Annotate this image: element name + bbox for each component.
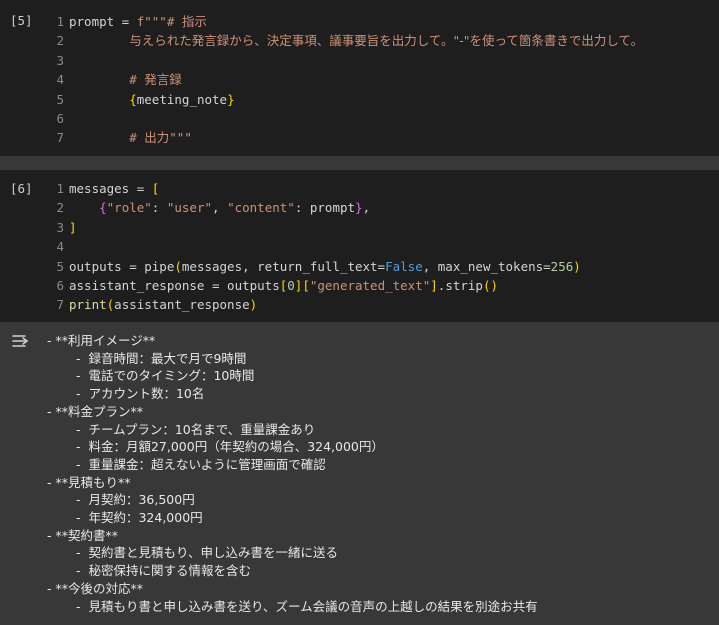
code-line[interactable]: 1 messages = [	[0, 179, 719, 198]
code-line[interactable]: 4 # 発言録	[0, 70, 719, 89]
code-token: #	[69, 130, 145, 146]
line-number: 2	[56, 33, 64, 49]
line-number: 2	[56, 200, 64, 216]
line-number: 3	[56, 219, 64, 235]
code-token: #	[69, 72, 145, 88]
code-token: :	[151, 200, 167, 216]
code-line[interactable]: 7 print(assistant_response)	[0, 295, 719, 314]
code-text: assistant_response = outputs[0]["generat…	[69, 276, 498, 295]
code-token: ,	[362, 200, 371, 216]
code-line[interactable]: 3]	[0, 218, 719, 237]
code-token: .strip	[437, 278, 483, 293]
code-line[interactable]: 3	[0, 51, 719, 70]
line-number: 5	[56, 91, 64, 107]
line-number: 1	[56, 181, 64, 196]
code-token: ]	[430, 278, 438, 293]
code-text: prompt = f"""# 指示	[69, 12, 207, 31]
code-token: 与えられた発言録から、決定事項、議事要旨を出力して。"-"を使って箇条書きで出力…	[129, 33, 644, 49]
code-token: assistant_response = outputs	[69, 278, 280, 293]
code-token: f"""#	[136, 14, 182, 29]
code-token: "generated_text"	[309, 278, 431, 293]
line-number: 1	[56, 14, 64, 29]
code-token: "content"	[227, 200, 295, 216]
code-token: messages =	[69, 181, 152, 196]
code-token: messages, return_full_text=	[181, 258, 386, 274]
code-text: 与えられた発言録から、決定事項、議事要旨を出力して。"-"を使って箇条書きで出力…	[69, 31, 643, 50]
code-token: )	[573, 258, 581, 274]
line-number: 6	[56, 111, 64, 126]
code-token: 0	[287, 278, 295, 293]
output-toggle-icon[interactable]	[11, 333, 33, 349]
code-line[interactable]: 7 # 出力"""	[0, 128, 719, 147]
cell-output: - **利用イメージ** - 録音時間：最大で月で9時間 - 電話でのタイミング：1…	[0, 322, 719, 625]
code-token: }	[227, 91, 235, 107]
code-editor[interactable]: 1 prompt = f"""# 指示 2 与えられた発言録から、決定事項、議事要旨…	[0, 12, 719, 152]
line-number: 3	[56, 52, 64, 68]
code-token: )	[249, 297, 258, 313]
code-token: False	[385, 258, 423, 274]
code-cell-2[interactable]: [6] 1 messages = [2 {"role": "user", "con…	[0, 170, 719, 322]
code-text: print(assistant_response)	[69, 295, 257, 314]
code-token: prompt =	[69, 14, 137, 29]
code-cell-1[interactable]: [5] 1 prompt = f"""# 指示 2 与えられた発言録から、決定事項、…	[0, 0, 719, 156]
code-token: {	[99, 200, 107, 216]
code-text: # 出力"""	[69, 128, 192, 147]
code-token: 指示	[181, 14, 207, 29]
code-token: print	[69, 297, 107, 313]
line-number: 6	[56, 278, 64, 293]
code-token: ,	[212, 200, 228, 216]
code-token: : prompt	[294, 200, 356, 216]
code-token: "user"	[166, 200, 213, 216]
code-token: 発言録	[144, 72, 182, 88]
code-token: {	[129, 91, 137, 107]
code-text: # 発言録	[69, 70, 182, 89]
code-line[interactable]: 6	[0, 109, 719, 128]
line-number: 4	[56, 239, 64, 255]
code-token: , max_new_tokens=	[422, 258, 551, 274]
code-text: {"role": "user", "content": prompt},	[69, 198, 370, 217]
code-line[interactable]: 1 prompt = f"""# 指示	[0, 12, 719, 31]
code-token: """	[169, 130, 192, 146]
code-token: ]	[69, 219, 77, 235]
code-token: ()	[482, 278, 499, 293]
code-token: meeting_note	[136, 91, 228, 107]
code-token: 出力	[144, 130, 170, 146]
line-number: 7	[56, 297, 64, 313]
code-token: 256	[550, 258, 574, 274]
line-number: 5	[56, 258, 64, 274]
code-line[interactable]: 5 {meeting_note}	[0, 90, 719, 109]
code-line[interactable]: 5 outputs = pipe(messages, return_full_te…	[0, 257, 719, 276]
code-token: [	[151, 181, 160, 196]
code-token: outputs = pipe	[69, 258, 175, 274]
code-text: outputs = pipe(messages, return_full_tex…	[69, 257, 581, 276]
code-line[interactable]: 2 与えられた発言録から、決定事項、議事要旨を出力して。"-"を使って箇条書きで…	[0, 31, 719, 50]
code-token: (	[174, 258, 182, 274]
line-number: 4	[56, 72, 64, 88]
code-editor[interactable]: 1 messages = [2 {"role": "user", "content…	[0, 179, 719, 319]
output-bullet-line: - 見積もり書と申し込み書を送り、ズーム会議の音声の上越しの結果を別途お共有	[76, 598, 538, 614]
code-token: assistant_response	[114, 297, 250, 313]
code-text: messages = [	[69, 179, 159, 198]
code-text: {meeting_note}	[69, 90, 235, 109]
line-number: 7	[56, 130, 64, 146]
code-token: }	[355, 200, 363, 216]
code-line[interactable]: 4	[0, 237, 719, 256]
code-text: ]	[69, 218, 77, 237]
code-token: "role"	[106, 200, 152, 216]
code-line[interactable]: 2 {"role": "user", "content": prompt},	[0, 198, 719, 217]
code-token: [	[302, 278, 310, 293]
code-line[interactable]: 6 assistant_response = outputs[0]["genera…	[0, 276, 719, 295]
